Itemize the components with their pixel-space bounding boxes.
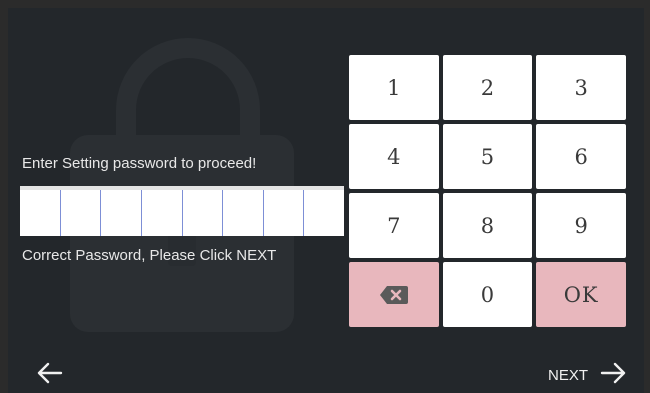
key-8[interactable]: 8	[442, 193, 533, 258]
arrow-right-icon	[600, 362, 626, 389]
ok-button[interactable]: OK	[536, 262, 626, 327]
password-digit-cell	[223, 190, 264, 236]
numeric-keypad: 1 2 3 4 5 6 7 8 9 0 OK	[349, 55, 626, 327]
key-2[interactable]: 2	[442, 55, 533, 120]
password-digit-cell	[101, 190, 142, 236]
password-digit-cell	[183, 190, 224, 236]
key-9[interactable]: 9	[536, 193, 626, 258]
key-1[interactable]: 1	[349, 55, 439, 120]
password-digit-cell	[61, 190, 102, 236]
next-button[interactable]: NEXT	[548, 360, 626, 390]
password-prompt: Enter Setting password to proceed!	[22, 155, 257, 172]
next-label: NEXT	[548, 366, 589, 384]
status-message: Correct Password, Please Click NEXT	[22, 247, 277, 264]
key-4[interactable]: 4	[349, 124, 439, 189]
password-input[interactable]	[20, 186, 344, 236]
password-digit-cell	[142, 190, 183, 236]
backspace-button[interactable]	[349, 262, 439, 327]
password-digit-cell	[304, 190, 344, 236]
arrow-left-icon	[37, 362, 63, 389]
password-digit-cell	[264, 190, 305, 236]
key-0[interactable]: 0	[442, 262, 533, 327]
key-5[interactable]: 5	[442, 124, 533, 189]
backspace-icon	[379, 285, 409, 305]
key-6[interactable]: 6	[536, 124, 626, 189]
key-7[interactable]: 7	[349, 193, 439, 258]
password-screen: Enter Setting password to proceed! Corre…	[8, 8, 644, 393]
key-3[interactable]: 3	[536, 55, 626, 120]
password-digit-cell	[20, 190, 61, 236]
back-button[interactable]	[30, 360, 70, 390]
